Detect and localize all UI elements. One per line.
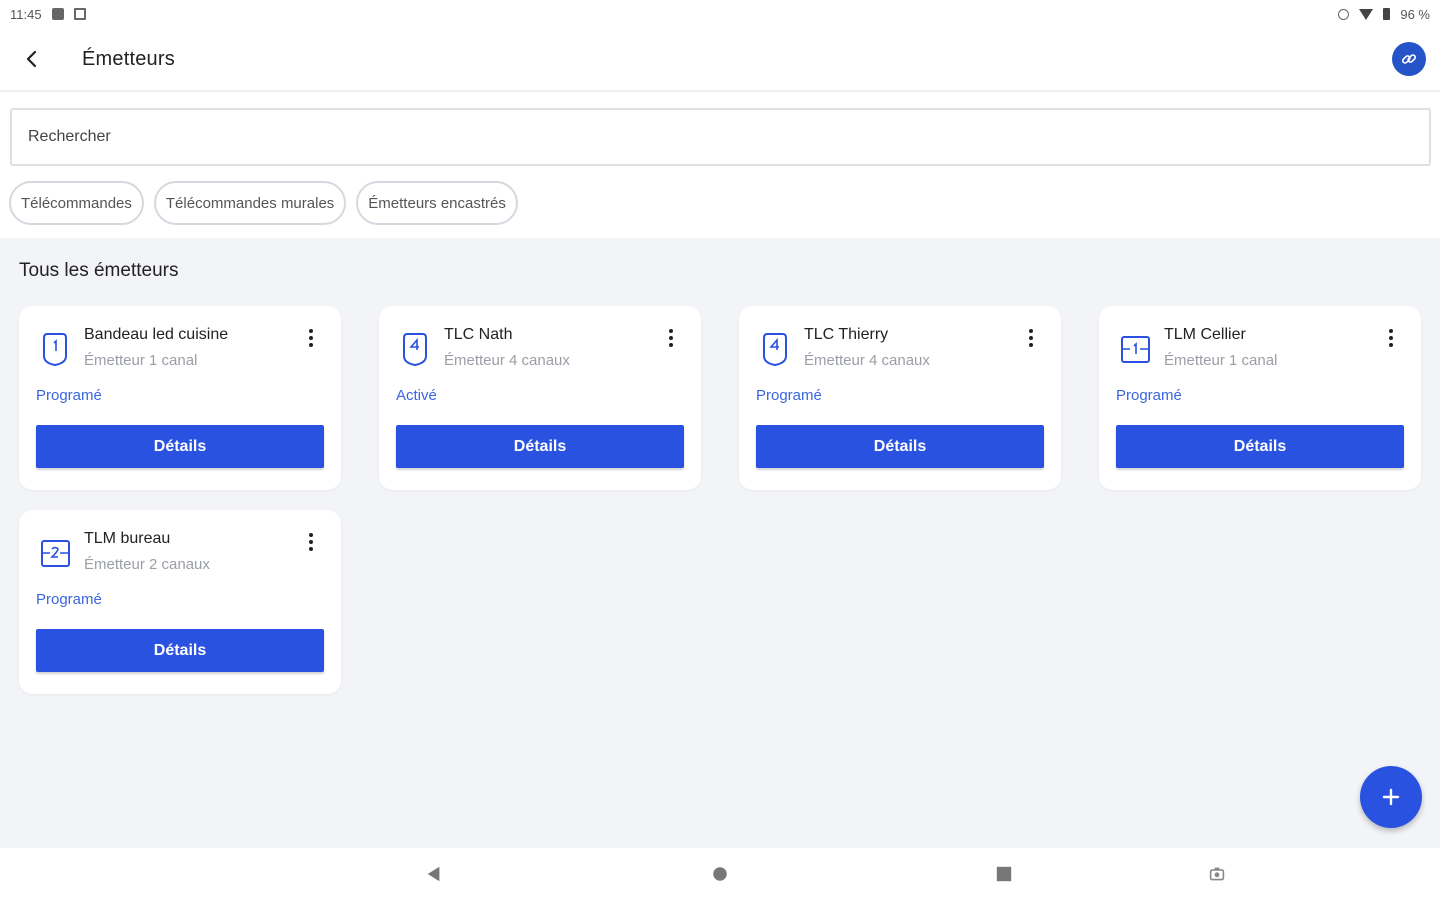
device-card: TLC Thierry Émetteur 4 canaux Programé D… (739, 306, 1061, 490)
device-status: Activé (396, 387, 437, 404)
status-bar-left: 11:45 (10, 7, 86, 22)
nav-recents-button[interactable] (994, 864, 1014, 884)
device-name: TLM bureau (84, 530, 171, 547)
back-button[interactable] (0, 27, 64, 91)
remote-4-channel-icon (403, 333, 427, 367)
wall-switch-2-channel-icon (41, 540, 70, 567)
device-type: Émetteur 4 canaux (444, 352, 570, 369)
filter-chip-telecommandes-murales[interactable]: Télécommandes murales (153, 181, 347, 225)
remote-4-channel-icon (763, 333, 787, 367)
device-card: TLM bureau Émetteur 2 canaux Programé Dé… (19, 510, 341, 694)
add-device-button[interactable] (1360, 766, 1422, 828)
nav-screenshot-button[interactable] (1207, 864, 1227, 884)
square-recents-icon (996, 866, 1012, 882)
triangle-back-icon (427, 866, 440, 882)
more-options-icon[interactable] (299, 530, 323, 554)
device-type: Émetteur 1 canal (84, 352, 198, 369)
plus-icon (1382, 788, 1400, 806)
search-field[interactable] (10, 108, 1431, 166)
more-options-icon[interactable] (659, 326, 683, 350)
details-button[interactable]: Détails (36, 425, 324, 468)
link-button[interactable] (1392, 42, 1426, 76)
search-input[interactable] (28, 128, 1429, 146)
details-button[interactable]: Détails (1116, 425, 1404, 468)
more-options-icon[interactable] (1019, 326, 1043, 350)
arrow-left-icon (26, 50, 37, 68)
device-name: TLM Cellier (1164, 326, 1246, 343)
calendar-notification-icon (51, 8, 64, 20)
device-status: Programé (36, 591, 102, 608)
device-status: Programé (756, 387, 822, 404)
device-name: TLC Thierry (804, 326, 889, 343)
nav-back-button[interactable] (424, 864, 444, 884)
device-status: Programé (1116, 387, 1182, 404)
device-status: Programé (36, 387, 102, 404)
device-type: Émetteur 2 canaux (84, 556, 210, 573)
alarm-off-icon (1338, 8, 1350, 20)
details-button[interactable]: Détails (396, 425, 684, 468)
circle-home-icon (713, 867, 727, 881)
device-card: TLC Nath Émetteur 4 canaux Activé Détail… (379, 306, 701, 490)
remote-1-channel-icon (43, 333, 67, 367)
wifi-icon (1359, 8, 1374, 20)
details-button[interactable]: Détails (756, 425, 1044, 468)
status-bar-right: 96 % (1338, 7, 1430, 22)
screenshot-icon (1209, 867, 1225, 881)
section-title: Tous les émetteurs (19, 260, 179, 281)
device-card: Bandeau led cuisine Émetteur 1 canal Pro… (19, 306, 341, 490)
more-options-icon[interactable] (299, 326, 323, 350)
filter-chip-emetteurs-encastres[interactable]: Émetteurs encastrés (356, 181, 518, 225)
device-card: TLM Cellier Émetteur 1 canal Programé Dé… (1099, 306, 1421, 490)
details-button[interactable]: Détails (36, 629, 324, 672)
link-icon (1401, 54, 1417, 64)
more-options-icon[interactable] (1379, 326, 1403, 350)
device-type: Émetteur 1 canal (1164, 352, 1278, 369)
app-bar: Émetteurs (0, 28, 1440, 92)
filter-chips: Télécommandes Télécommandes murales Émet… (9, 181, 518, 225)
battery-level: 96 % (1400, 6, 1430, 22)
system-navigation-bar (0, 848, 1440, 900)
mail-notification-icon (73, 8, 86, 20)
nav-home-button[interactable] (710, 864, 730, 884)
battery-icon (1383, 8, 1391, 20)
page-title: Émetteurs (82, 47, 175, 70)
status-time: 11:45 (10, 6, 42, 22)
device-name: TLC Nath (444, 326, 513, 343)
device-name: Bandeau led cuisine (84, 326, 229, 343)
status-bar: 11:45 96 % (0, 0, 1440, 28)
wall-switch-1-channel-icon (1121, 336, 1150, 363)
filter-chip-telecommandes[interactable]: Télécommandes (9, 181, 144, 225)
devices-section: Tous les émetteurs Bandeau led cuisine É… (0, 238, 1440, 848)
device-type: Émetteur 4 canaux (804, 352, 930, 369)
